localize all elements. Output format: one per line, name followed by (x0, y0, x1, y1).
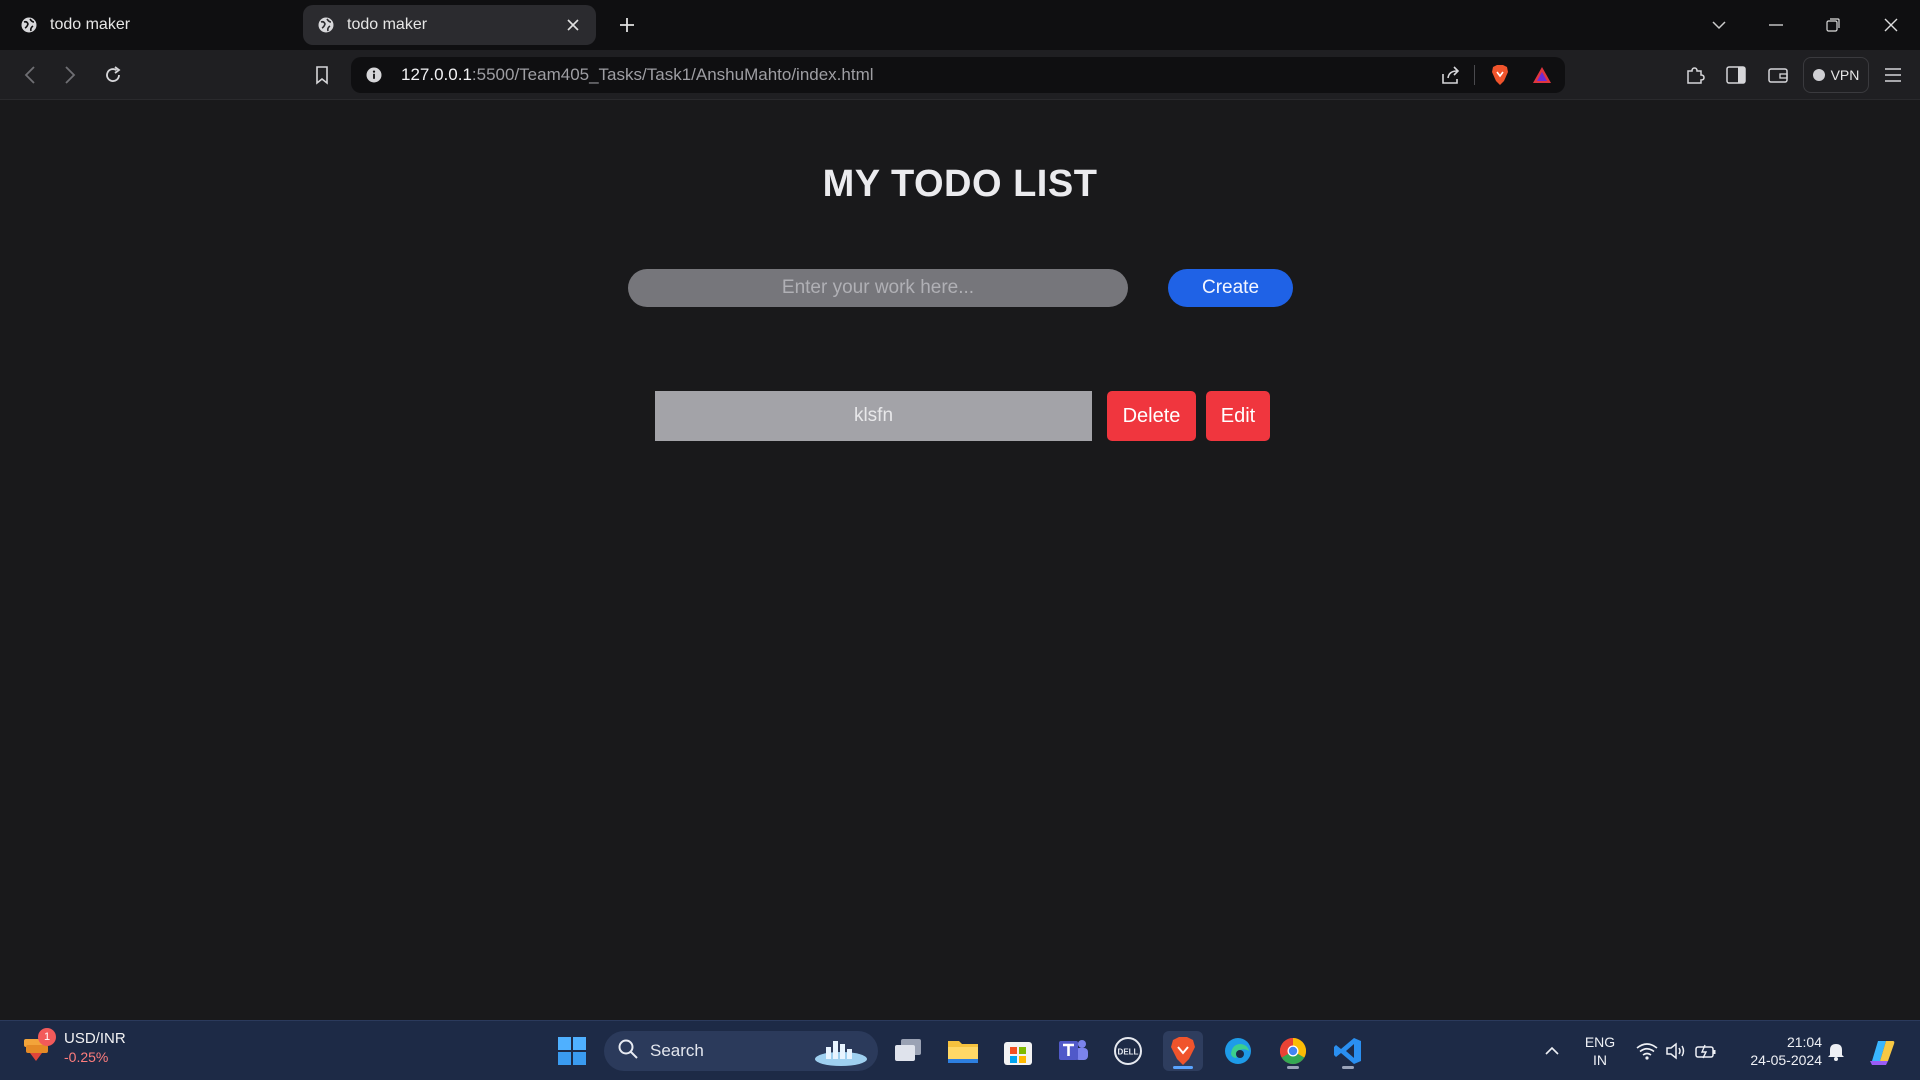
edit-button[interactable]: Edit (1206, 391, 1270, 441)
wallet-icon[interactable] (1763, 60, 1793, 90)
running-app-indicator (1342, 1066, 1354, 1069)
url-host: 127.0.0.1 (401, 65, 472, 84)
browser-tab-strip: todo maker todo maker (0, 0, 1920, 50)
menu-hamburger-icon[interactable] (1878, 60, 1908, 90)
widget-ticker: USD/INR (64, 1030, 126, 1047)
share-icon[interactable] (1438, 63, 1464, 87)
brave-rewards-icon[interactable] (1529, 63, 1555, 87)
back-arrow-icon[interactable] (15, 60, 45, 90)
forward-arrow-icon[interactable] (55, 60, 85, 90)
widget-change: -0.25% (64, 1049, 109, 1065)
taskbar-search[interactable]: Search (604, 1031, 878, 1071)
svg-text:DELL: DELL (1118, 1048, 1139, 1057)
vpn-button[interactable]: VPN (1803, 57, 1869, 93)
show-hidden-icons-chevron-icon[interactable] (1540, 1039, 1564, 1063)
brave-shields-icon[interactable] (1487, 63, 1513, 87)
tab-todo-maker-1[interactable]: todo maker (6, 5, 296, 45)
file-explorer-icon[interactable] (943, 1031, 983, 1071)
todo-page: MY TODO LIST Create klsfn Delete Edit (0, 101, 1920, 1019)
new-tab-button[interactable] (612, 10, 642, 40)
tab-list-chevron-icon[interactable] (1701, 10, 1737, 40)
currency-widget-icon: 1 (20, 1028, 56, 1065)
search-label: Search (650, 1041, 704, 1060)
volume-icon[interactable] (1664, 1039, 1688, 1063)
battery-charging-icon[interactable] (1694, 1039, 1718, 1063)
windows-start-icon[interactable] (552, 1031, 592, 1071)
sidebar-toggle-icon[interactable] (1721, 60, 1751, 90)
close-window-icon[interactable] (1873, 10, 1909, 40)
windows-taskbar: 1 USD/INR -0.25% Search DELL ENG IN 21:0… (0, 1020, 1920, 1080)
site-info-icon[interactable] (365, 66, 383, 84)
search-highlight-icon (814, 1035, 868, 1072)
delete-button[interactable]: Delete (1107, 391, 1196, 441)
clock-date: 24-05-2024 (1750, 1052, 1822, 1068)
search-icon (618, 1039, 638, 1064)
globe-icon (20, 16, 38, 34)
language-line1: ENG (1584, 1034, 1616, 1050)
todo-item-text: klsfn (655, 391, 1092, 441)
browser-toolbar: 127.0.0.1:5500/Team405_Tasks/Task1/Anshu… (0, 50, 1920, 100)
dell-icon[interactable]: DELL (1108, 1031, 1148, 1071)
create-button[interactable]: Create (1168, 269, 1293, 307)
clock-time: 21:04 (1786, 1034, 1822, 1050)
tab-todo-maker-2[interactable]: todo maker (303, 5, 596, 45)
notification-bell-icon[interactable] (1824, 1039, 1848, 1063)
url-path: :5500/Team405_Tasks/Task1/AnshuMahto/ind… (471, 65, 874, 84)
restore-window-icon[interactable] (1815, 10, 1851, 40)
chrome-icon[interactable] (1273, 1031, 1313, 1071)
edge-icon[interactable] (1218, 1031, 1258, 1071)
clock[interactable]: 21:04 24-05-2024 (1732, 1033, 1822, 1069)
language-line2: IN (1593, 1052, 1607, 1068)
vpn-label: VPN (1830, 67, 1860, 83)
globe-icon (317, 16, 335, 34)
active-app-indicator (1173, 1066, 1193, 1069)
brave-icon[interactable] (1163, 1031, 1203, 1071)
widget-badge: 1 (38, 1028, 56, 1046)
address-bar[interactable]: 127.0.0.1:5500/Team405_Tasks/Task1/Anshu… (351, 57, 1565, 93)
minimize-window-icon[interactable] (1758, 10, 1794, 40)
work-input[interactable] (628, 269, 1128, 307)
tab-title: todo maker (50, 16, 131, 33)
vscode-icon[interactable] (1328, 1031, 1368, 1071)
tab-title: todo maker (347, 16, 428, 33)
running-app-indicator (1287, 1066, 1299, 1069)
currency-widget[interactable]: 1 USD/INR -0.25% (20, 1028, 126, 1067)
url-text: 127.0.0.1:5500/Team405_Tasks/Task1/Anshu… (401, 65, 874, 85)
bookmark-icon[interactable] (307, 60, 337, 90)
vpn-status-icon (1812, 69, 1825, 81)
task-view-icon[interactable] (888, 1031, 928, 1071)
page-title: MY TODO LIST (822, 163, 1098, 205)
close-tab-icon[interactable] (562, 14, 584, 36)
reload-icon[interactable] (98, 60, 128, 90)
teams-icon[interactable] (1053, 1031, 1093, 1071)
language-indicator[interactable]: ENG IN (1578, 1033, 1622, 1069)
copilot-icon[interactable] (1866, 1035, 1898, 1067)
url-divider (1474, 65, 1475, 85)
wifi-icon[interactable] (1635, 1039, 1659, 1063)
microsoft-store-icon[interactable] (998, 1031, 1038, 1071)
extensions-icon[interactable] (1680, 60, 1710, 90)
